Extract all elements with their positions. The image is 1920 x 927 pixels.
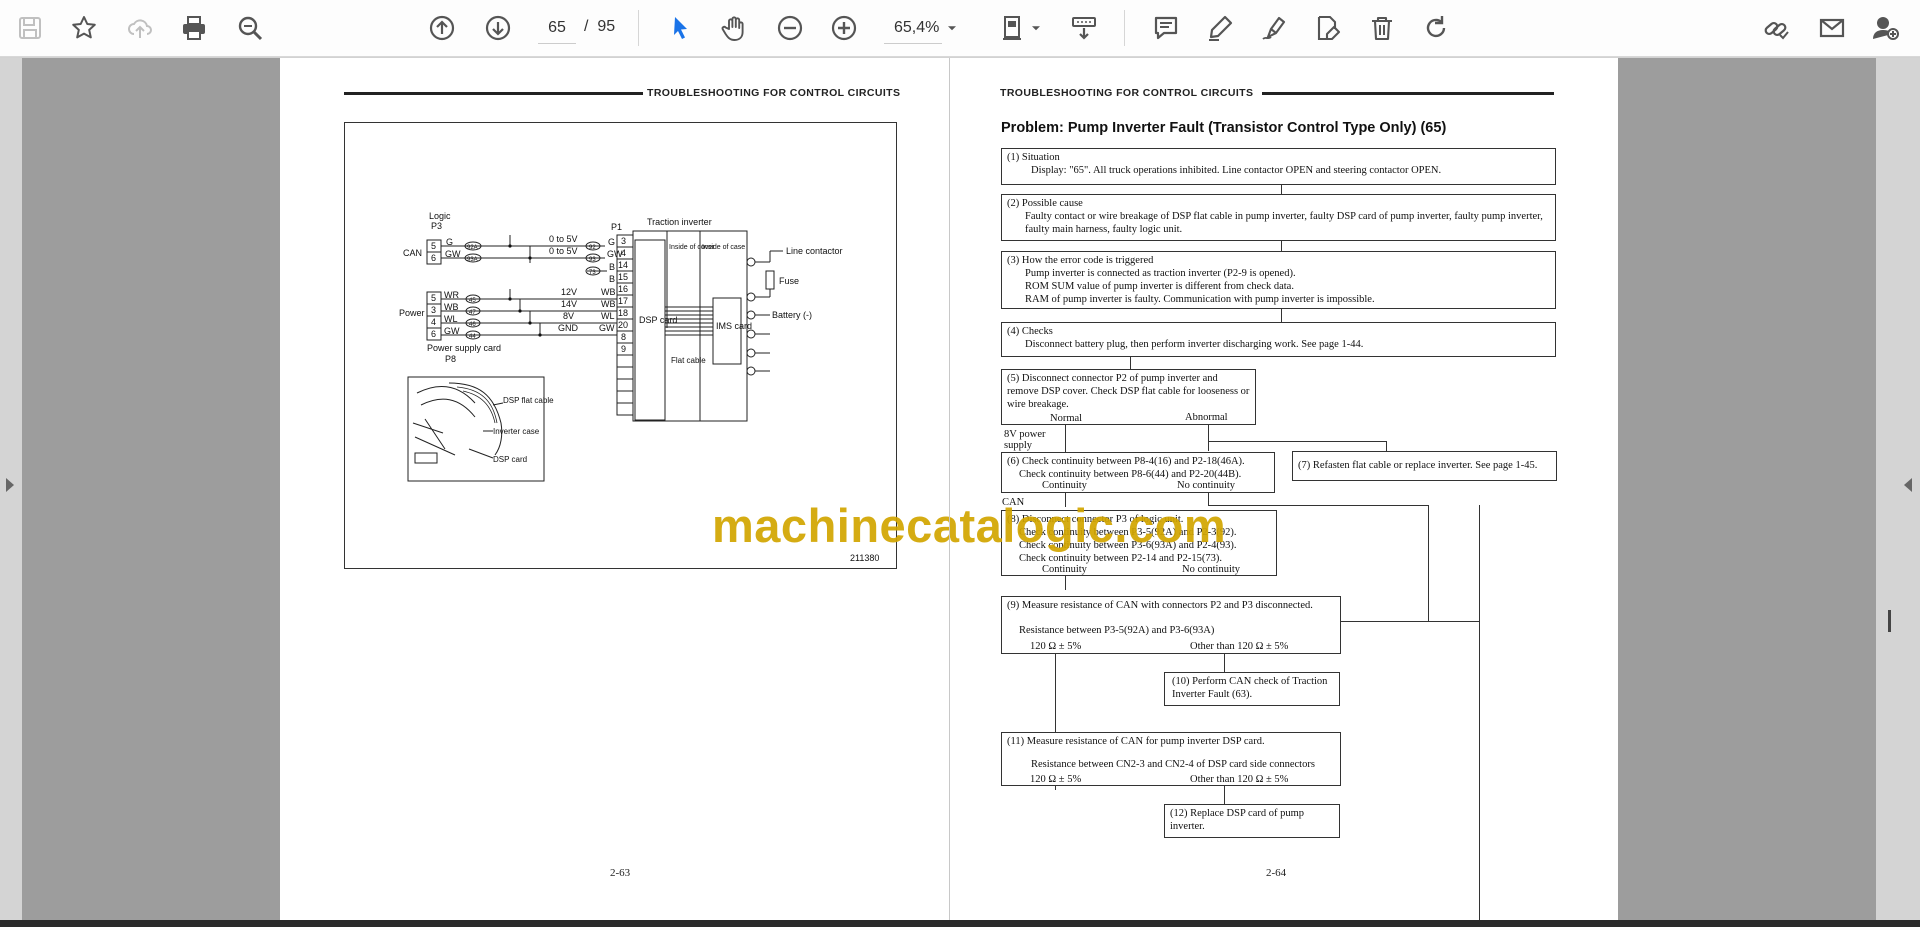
svg-text:Fuse: Fuse <box>779 276 799 286</box>
left-page: TROUBLESHOOTING FOR CONTROL CIRCUITS Log… <box>280 58 949 920</box>
page-header: TROUBLESHOOTING FOR CONTROL CIRCUITS <box>1000 87 1254 99</box>
svg-text:9: 9 <box>621 344 626 354</box>
sign-pen-icon[interactable] <box>1256 10 1292 46</box>
label-can: CAN <box>403 248 422 258</box>
viewer-margin-left <box>22 58 280 920</box>
svg-text:6: 6 <box>431 253 436 263</box>
svg-text:20: 20 <box>618 320 628 330</box>
svg-text:17: 17 <box>618 296 628 306</box>
step-4-checks: (4) Checks Disconnect battery plug, then… <box>1001 322 1556 357</box>
previous-page-icon[interactable] <box>424 10 460 46</box>
zoom-level-input[interactable] <box>884 12 942 44</box>
step-3-trigger: (3) How the error code is triggered Pump… <box>1001 251 1556 309</box>
svg-text:16: 16 <box>618 284 628 294</box>
save-icon[interactable] <box>12 10 48 46</box>
zoom-out-icon[interactable] <box>772 10 808 46</box>
step-2-possible-cause: (2) Possible cause Faulty contact or wir… <box>1001 194 1556 241</box>
svg-text:3: 3 <box>431 305 436 315</box>
svg-text:WB: WB <box>601 299 616 309</box>
next-page-icon[interactable] <box>480 10 516 46</box>
step-1-situation: (1) Situation Display: "65". All truck o… <box>1001 148 1556 185</box>
step-7-refasten: (7) Refasten flat cable or replace inver… <box>1292 451 1557 481</box>
select-cursor-icon[interactable] <box>662 10 698 46</box>
svg-text:Power supply card: Power supply card <box>427 343 501 353</box>
svg-text:6: 6 <box>431 329 436 339</box>
svg-text:G: G <box>608 237 615 247</box>
document-viewer[interactable]: TROUBLESHOOTING FOR CONTROL CIRCUITS Log… <box>0 58 1920 920</box>
page-number: 2-63 <box>610 867 631 879</box>
svg-text:5: 5 <box>431 241 436 251</box>
svg-text:DSP flat cable: DSP flat cable <box>503 396 554 405</box>
svg-text:WL: WL <box>601 311 615 321</box>
svg-text:4: 4 <box>431 317 436 327</box>
prev-page-arrow-icon[interactable] <box>6 478 14 492</box>
svg-text:8: 8 <box>621 332 626 342</box>
cloud-upload-icon[interactable] <box>122 10 158 46</box>
highlight-pen-icon[interactable] <box>1202 10 1238 46</box>
svg-text:0 to 5V: 0 to 5V <box>549 246 578 256</box>
svg-text:Flat cable: Flat cable <box>671 356 706 365</box>
svg-text:4: 4 <box>621 248 626 258</box>
svg-text:14V: 14V <box>561 299 577 309</box>
svg-text:Line contactor: Line contactor <box>786 246 843 256</box>
vertical-scrollbar-thumb[interactable] <box>1888 610 1891 632</box>
watermark-text: machinecatalogic.com <box>712 499 1227 552</box>
zoom-in-icon[interactable] <box>826 10 862 46</box>
svg-text:8V: 8V <box>563 311 574 321</box>
edit-document-icon[interactable] <box>1310 10 1346 46</box>
step-10-can-check: (10) Perform CAN check of Traction Inver… <box>1164 672 1340 706</box>
toolbar: / 95 <box>0 0 1920 57</box>
svg-text:B: B <box>609 262 615 272</box>
page-header: TROUBLESHOOTING FOR CONTROL CIRCUITS <box>647 87 901 99</box>
svg-text:WB: WB <box>601 287 616 297</box>
page-fit-chevron-icon[interactable] <box>1026 10 1046 46</box>
page-count: / 95 <box>584 18 616 35</box>
svg-text:IMS card: IMS card <box>716 321 752 331</box>
viewer-margin-right <box>1618 58 1876 920</box>
svg-text:5: 5 <box>431 293 436 303</box>
svg-text:GW: GW <box>599 323 615 333</box>
label-power: Power <box>399 308 425 318</box>
star-icon[interactable] <box>66 10 102 46</box>
zoom-dropdown-chevron-icon[interactable] <box>942 10 962 46</box>
svg-text:P8: P8 <box>445 354 456 364</box>
right-page: TROUBLESHOOTING FOR CONTROL CIRCUITS Pro… <box>950 58 1618 920</box>
svg-text:B: B <box>609 274 615 284</box>
label-p3: P3 <box>431 221 442 231</box>
email-icon[interactable] <box>1814 10 1850 46</box>
svg-text:GND: GND <box>558 323 579 333</box>
page-number-input[interactable] <box>538 12 576 44</box>
svg-text:0 to 5V: 0 to 5V <box>549 234 578 244</box>
redo-icon[interactable] <box>1418 10 1454 46</box>
add-user-icon[interactable] <box>1868 10 1904 46</box>
svg-text:14: 14 <box>618 260 628 270</box>
delete-trash-icon[interactable] <box>1364 10 1400 46</box>
scroll-mode-icon[interactable] <box>1066 10 1102 46</box>
svg-text:93: 93 <box>589 257 596 263</box>
svg-text:12V: 12V <box>561 287 577 297</box>
label-logic: Logic <box>429 211 451 221</box>
svg-text:DSP card: DSP card <box>493 455 527 464</box>
label-8v-power-supply: 8V power supply <box>1004 429 1046 451</box>
figure-code: 211380 <box>850 553 879 563</box>
step-12-replace-dsp: (12) Replace DSP card of pump inverter. <box>1164 804 1340 838</box>
svg-text:3: 3 <box>621 236 626 246</box>
comment-icon[interactable] <box>1148 10 1184 46</box>
label-traction-inverter: Traction inverter <box>647 217 712 227</box>
svg-text:92: 92 <box>589 245 596 251</box>
bottom-bar <box>0 920 1920 927</box>
share-link-icon[interactable] <box>1758 10 1794 46</box>
hand-tool-icon[interactable] <box>716 10 752 46</box>
page-number: 2-64 <box>1266 867 1287 879</box>
print-icon[interactable] <box>176 10 212 46</box>
svg-text:18: 18 <box>618 308 628 318</box>
problem-title: Problem: Pump Inverter Fault (Transistor… <box>1001 120 1447 136</box>
svg-text:Inverter case: Inverter case <box>493 427 540 436</box>
svg-text:Battery (-): Battery (-) <box>772 310 812 320</box>
label-p1: P1 <box>611 222 622 232</box>
zoom-search-icon[interactable] <box>232 10 268 46</box>
svg-text:15: 15 <box>618 272 628 282</box>
svg-text:Inside of case: Inside of case <box>702 244 745 251</box>
next-page-arrow-icon[interactable] <box>1904 478 1912 492</box>
